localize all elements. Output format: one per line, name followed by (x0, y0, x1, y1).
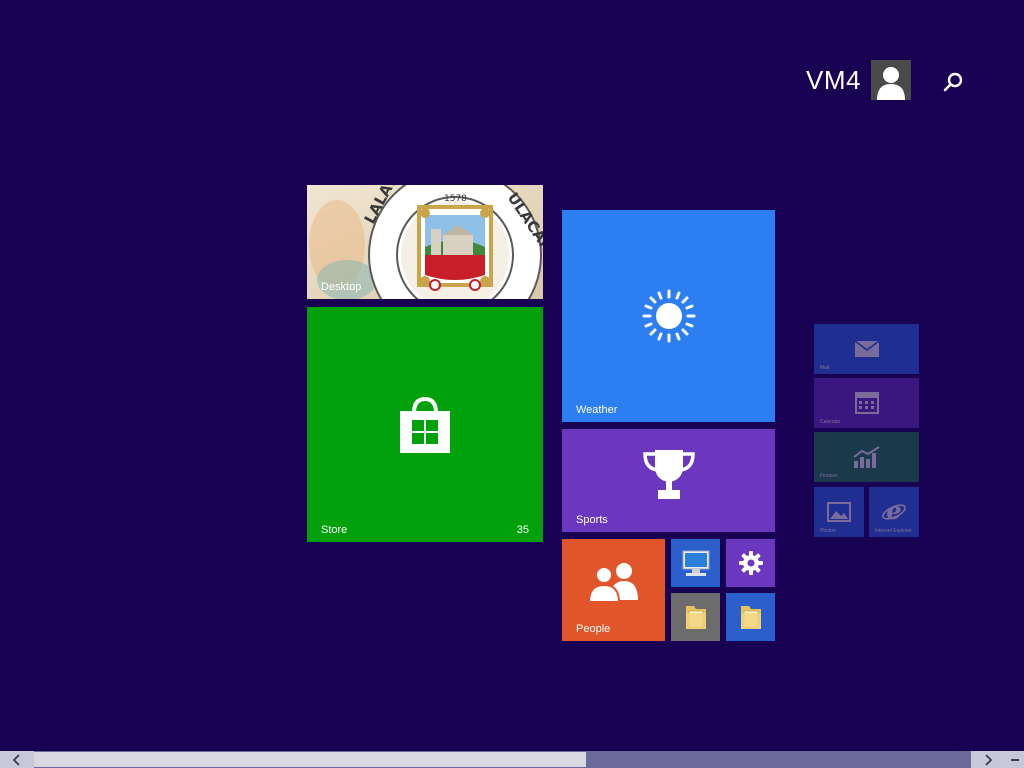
store-bag-icon (400, 396, 450, 453)
tile-calendar-label: Calendar (820, 419, 841, 425)
tile-finance-label: Finance (820, 473, 838, 479)
chart-icon (852, 446, 880, 468)
mail-icon (854, 340, 879, 357)
folder-icon (740, 606, 761, 629)
tile-weather[interactable]: Weather (562, 210, 775, 422)
tile-desktop[interactable]: LALAWIG ULACAN 1578 Desktop (307, 185, 543, 299)
tile-store-label: Store (321, 524, 348, 536)
calendar-icon (854, 392, 879, 414)
scroll-right-button[interactable] (971, 751, 1005, 768)
start-screen: VM4 LALAWIG ULACAN 1578 Desktop Store 35… (0, 0, 1024, 768)
chevron-left-icon (12, 753, 20, 766)
svg-text:e: e (886, 499, 901, 525)
gear-icon (738, 551, 763, 575)
store-update-badge: 35 (516, 524, 529, 536)
folder-icon (685, 606, 706, 629)
tile-calendar[interactable]: Calendar (814, 378, 919, 428)
tile-desktop-label: Desktop (321, 281, 362, 293)
tile-documents[interactable] (671, 593, 720, 641)
horizontal-scrollbar[interactable] (0, 751, 1024, 768)
tile-sports-label: Sports (576, 514, 608, 526)
minus-icon (1010, 758, 1019, 761)
trophy-icon (642, 450, 695, 500)
chevron-right-icon (985, 753, 993, 766)
user-account[interactable]: VM4 (806, 60, 911, 100)
tile-ie-label: Internet Explorer (875, 528, 912, 534)
tile-this-pc[interactable] (671, 539, 720, 587)
tile-mail[interactable]: Mail (814, 324, 919, 374)
computer-icon (682, 550, 709, 576)
tile-people-label: People (576, 623, 611, 635)
user-avatar[interactable] (870, 60, 911, 100)
tile-photos[interactable]: Photos (814, 487, 864, 537)
tile-people[interactable]: People (562, 539, 665, 641)
tile-weather-label: Weather (576, 404, 618, 416)
tile-sports[interactable]: Sports (562, 429, 775, 532)
tile-mail-label: Mail (820, 365, 830, 371)
tile-pc-settings[interactable] (726, 539, 775, 587)
tile-file-explorer[interactable] (726, 593, 775, 641)
photo-icon (827, 502, 851, 522)
seal-year: 1578 (444, 194, 467, 204)
user-name[interactable]: VM4 (806, 60, 861, 100)
scroll-thumb[interactable] (34, 752, 586, 767)
search-button[interactable] (938, 68, 968, 96)
tile-store[interactable]: Store 35 (307, 307, 543, 542)
internet-explorer-icon: e (882, 499, 906, 525)
tile-finance[interactable]: Finance (814, 432, 919, 482)
semantic-zoom-button[interactable] (1005, 751, 1024, 768)
tile-internet-explorer[interactable]: e Internet Explorer (869, 487, 919, 537)
scroll-left-button[interactable] (0, 751, 34, 768)
sun-icon (642, 289, 695, 343)
user-avatar-icon (870, 60, 911, 100)
tile-photos-label: Photos (820, 528, 836, 534)
people-icon (587, 562, 638, 602)
search-icon (943, 72, 963, 92)
